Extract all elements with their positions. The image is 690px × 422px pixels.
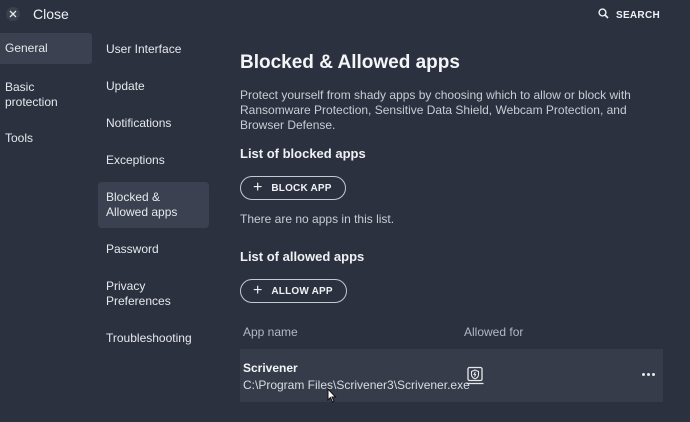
plus-icon: + — [253, 282, 263, 299]
nav-item-general[interactable]: General — [0, 33, 92, 64]
close-icon — [6, 7, 20, 21]
column-header-app-name: App name — [243, 325, 298, 339]
ransomware-shield-icon — [465, 366, 485, 391]
page-title: Blocked & Allowed apps — [240, 52, 460, 73]
nav-item-label: Privacy Preferences — [106, 279, 171, 308]
nav-item-label: Troubleshooting — [106, 331, 192, 345]
app-name: Scrivener — [243, 361, 298, 375]
nav-item-label: Update — [106, 79, 145, 93]
nav-item-password[interactable]: Password — [98, 242, 209, 257]
app-path: C:\Program Files\Scrivener3\Scrivener.ex… — [243, 378, 470, 392]
nav-item-privacy-preferences[interactable]: Privacy Preferences — [98, 279, 193, 309]
nav-item-label: Basic protection — [5, 80, 58, 109]
nav-item-label: Tools — [5, 131, 34, 145]
more-options-icon[interactable] — [637, 365, 659, 383]
nav-item-label: Blocked & Allowed apps — [106, 190, 178, 219]
allow-app-button[interactable]: + ALLOW APP — [240, 279, 347, 303]
blocked-empty-text: There are no apps in this list. — [240, 212, 395, 226]
table-row[interactable]: Scrivener C:\Program Files\Scrivener3\Sc… — [240, 349, 663, 402]
nav-item-label: General — [5, 41, 48, 55]
search-label: SEARCH — [615, 9, 660, 21]
allow-app-label: ALLOW APP — [271, 285, 333, 297]
search-icon — [598, 6, 609, 24]
allowed-apps-heading: List of allowed apps — [240, 249, 365, 264]
nav-item-update[interactable]: Update — [98, 79, 209, 94]
nav-item-label: Notifications — [106, 116, 172, 130]
block-app-button[interactable]: + BLOCK APP — [240, 176, 346, 200]
nav-item-blocked-allowed-apps[interactable]: Blocked & Allowed apps — [98, 182, 209, 228]
nav-item-tools[interactable]: Tools — [0, 131, 38, 146]
primary-nav: General Basic protection Tools — [0, 33, 92, 145]
nav-item-user-interface[interactable]: User Interface — [98, 42, 209, 57]
close-label: Close — [33, 6, 69, 22]
page-description: Protect yourself from shady apps by choo… — [240, 88, 631, 132]
nav-item-notifications[interactable]: Notifications — [98, 116, 209, 131]
block-app-label: BLOCK APP — [271, 182, 332, 194]
nav-item-label: Exceptions — [106, 153, 165, 167]
plus-icon: + — [253, 179, 263, 196]
close-button[interactable]: Close — [6, 4, 69, 24]
blocked-apps-heading: List of blocked apps — [240, 146, 366, 161]
nav-item-label: Password — [106, 242, 159, 256]
top-bar: Close SEARCH — [0, 0, 690, 28]
column-header-allowed-for: Allowed for — [464, 325, 524, 339]
nav-item-label: User Interface — [106, 42, 182, 56]
nav-item-basic-protection[interactable]: Basic protection — [0, 80, 70, 110]
search-button[interactable]: SEARCH — [598, 6, 660, 24]
mouse-cursor-icon — [327, 387, 337, 408]
nav-item-troubleshooting[interactable]: Troubleshooting — [98, 331, 209, 346]
nav-item-exceptions[interactable]: Exceptions — [98, 153, 209, 168]
